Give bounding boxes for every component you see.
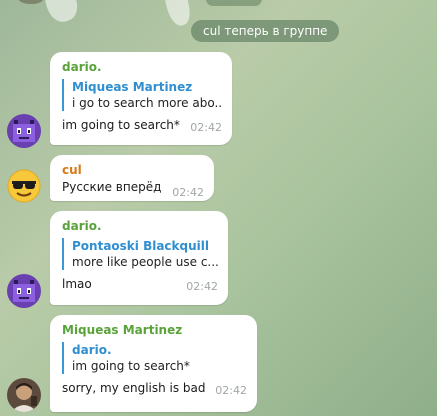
reply-text: more like people use c... bbox=[72, 255, 218, 269]
reply-sender: Pontaoski Blackquill bbox=[72, 239, 209, 253]
message-sender[interactable]: Miqueas Martinez bbox=[62, 322, 247, 338]
message-text: Русские вперёд bbox=[62, 180, 162, 194]
message-text-row: Русские вперёд 02:42 bbox=[62, 179, 204, 199]
background-decoration bbox=[160, 0, 194, 29]
reply-preview[interactable]: Pontaoski Blackquill more like people us… bbox=[62, 238, 218, 270]
avatar[interactable] bbox=[7, 378, 41, 412]
purple-pixel-avatar-icon bbox=[7, 114, 41, 148]
purple-pixel-avatar-icon bbox=[7, 274, 41, 308]
avatar[interactable] bbox=[7, 114, 41, 148]
message-time: 02:42 bbox=[190, 121, 222, 134]
message-text-row: sorry, my english is bad 02:42 bbox=[62, 380, 247, 397]
background-decoration bbox=[40, 0, 82, 26]
message-sender[interactable]: cul bbox=[62, 162, 204, 178]
reply-sender: dario. bbox=[72, 343, 112, 357]
message-time: 02:42 bbox=[172, 186, 204, 199]
message-sender[interactable]: dario. bbox=[62, 59, 222, 75]
message-time: 02:42 bbox=[215, 384, 247, 397]
message-text: lmao bbox=[62, 277, 92, 291]
message-text-row: im going to search* 02:42 bbox=[62, 117, 222, 134]
background-decoration bbox=[18, 0, 44, 4]
reply-text: i go to search more abo... bbox=[72, 96, 222, 110]
message-sender[interactable]: dario. bbox=[62, 218, 218, 234]
message-text-row: lmao 02:42 bbox=[62, 276, 218, 293]
photo-avatar-icon bbox=[7, 378, 41, 412]
message-text: im going to search* bbox=[62, 118, 180, 132]
message-bubble[interactable]: cul Русские вперёд 02:42 bbox=[50, 155, 214, 201]
reply-preview[interactable]: Miqueas Martinez i go to search more abo… bbox=[62, 79, 222, 111]
service-message: cul теперь в группе bbox=[191, 20, 340, 42]
previous-message-edge bbox=[206, 0, 262, 6]
message-bubble[interactable]: dario. Pontaoski Blackquill more like pe… bbox=[50, 211, 228, 305]
message-text: sorry, my english is bad bbox=[62, 381, 206, 395]
reply-preview[interactable]: dario. im going to search* bbox=[62, 342, 247, 374]
message-bubble[interactable]: dario. Miqueas Martinez i go to search m… bbox=[50, 52, 232, 145]
avatar[interactable] bbox=[7, 169, 41, 203]
reply-text: im going to search* bbox=[72, 359, 190, 373]
avatar[interactable] bbox=[7, 274, 41, 308]
message-time: 02:42 bbox=[186, 280, 218, 293]
sunglasses-emoji-avatar-icon bbox=[7, 169, 41, 203]
message-bubble[interactable]: Miqueas Martinez dario. im going to sear… bbox=[50, 315, 257, 412]
reply-sender: Miqueas Martinez bbox=[72, 80, 193, 94]
